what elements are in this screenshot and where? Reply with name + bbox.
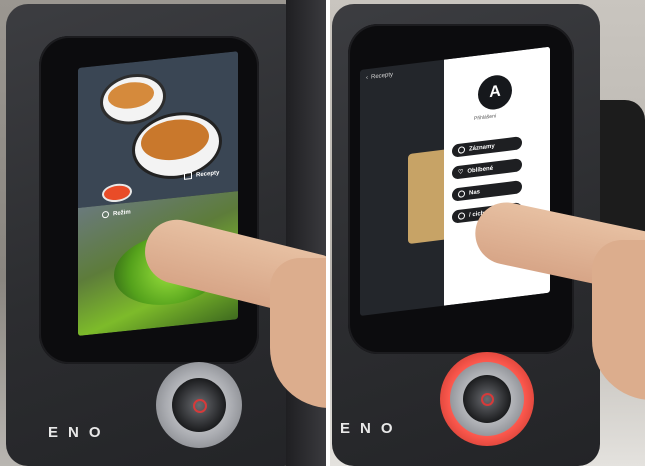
- brand-logo-right: ENO: [340, 420, 403, 437]
- food-thumbnail: [408, 149, 448, 245]
- chevron-left-icon: ‹: [366, 75, 368, 82]
- profile-label: Přihlášení: [474, 113, 497, 123]
- left-photo: Recepty Režim ENO: [0, 0, 326, 466]
- brand-logo-left: ENO: [48, 424, 111, 441]
- avatar[interactable]: A: [478, 73, 512, 112]
- power-icon: [193, 399, 207, 413]
- menu-item-nastaveni[interactable]: Nas: [452, 180, 522, 202]
- touch-screen-right[interactable]: ‹ Recepty A Přihlášení Záznamy ♡ Oblíben…: [360, 46, 550, 317]
- heart-icon: ♡: [458, 169, 464, 176]
- back-label: Recepty: [371, 71, 394, 81]
- menu-item-label: Nas: [469, 188, 481, 197]
- menu-item-oblibene[interactable]: ♡ Oblíbené: [452, 158, 522, 180]
- menu-item-zaznamy[interactable]: Záznamy: [452, 136, 522, 158]
- back-header[interactable]: ‹ Recepty: [366, 72, 393, 81]
- gear-icon: [102, 210, 109, 219]
- right-photo: ‹ Recepty A Přihlášení Záznamy ♡ Oblíben…: [330, 0, 645, 466]
- history-icon: [458, 146, 465, 154]
- info-icon: [458, 212, 465, 220]
- menu-item-label: Záznamy: [469, 142, 495, 153]
- rezim-label: Režim: [113, 208, 131, 217]
- book-icon: [184, 172, 192, 180]
- menu-item-label: Oblíbené: [467, 165, 494, 175]
- gear-icon: [458, 190, 465, 198]
- logo-a-icon: A: [489, 82, 501, 102]
- power-icon-right: [481, 393, 494, 406]
